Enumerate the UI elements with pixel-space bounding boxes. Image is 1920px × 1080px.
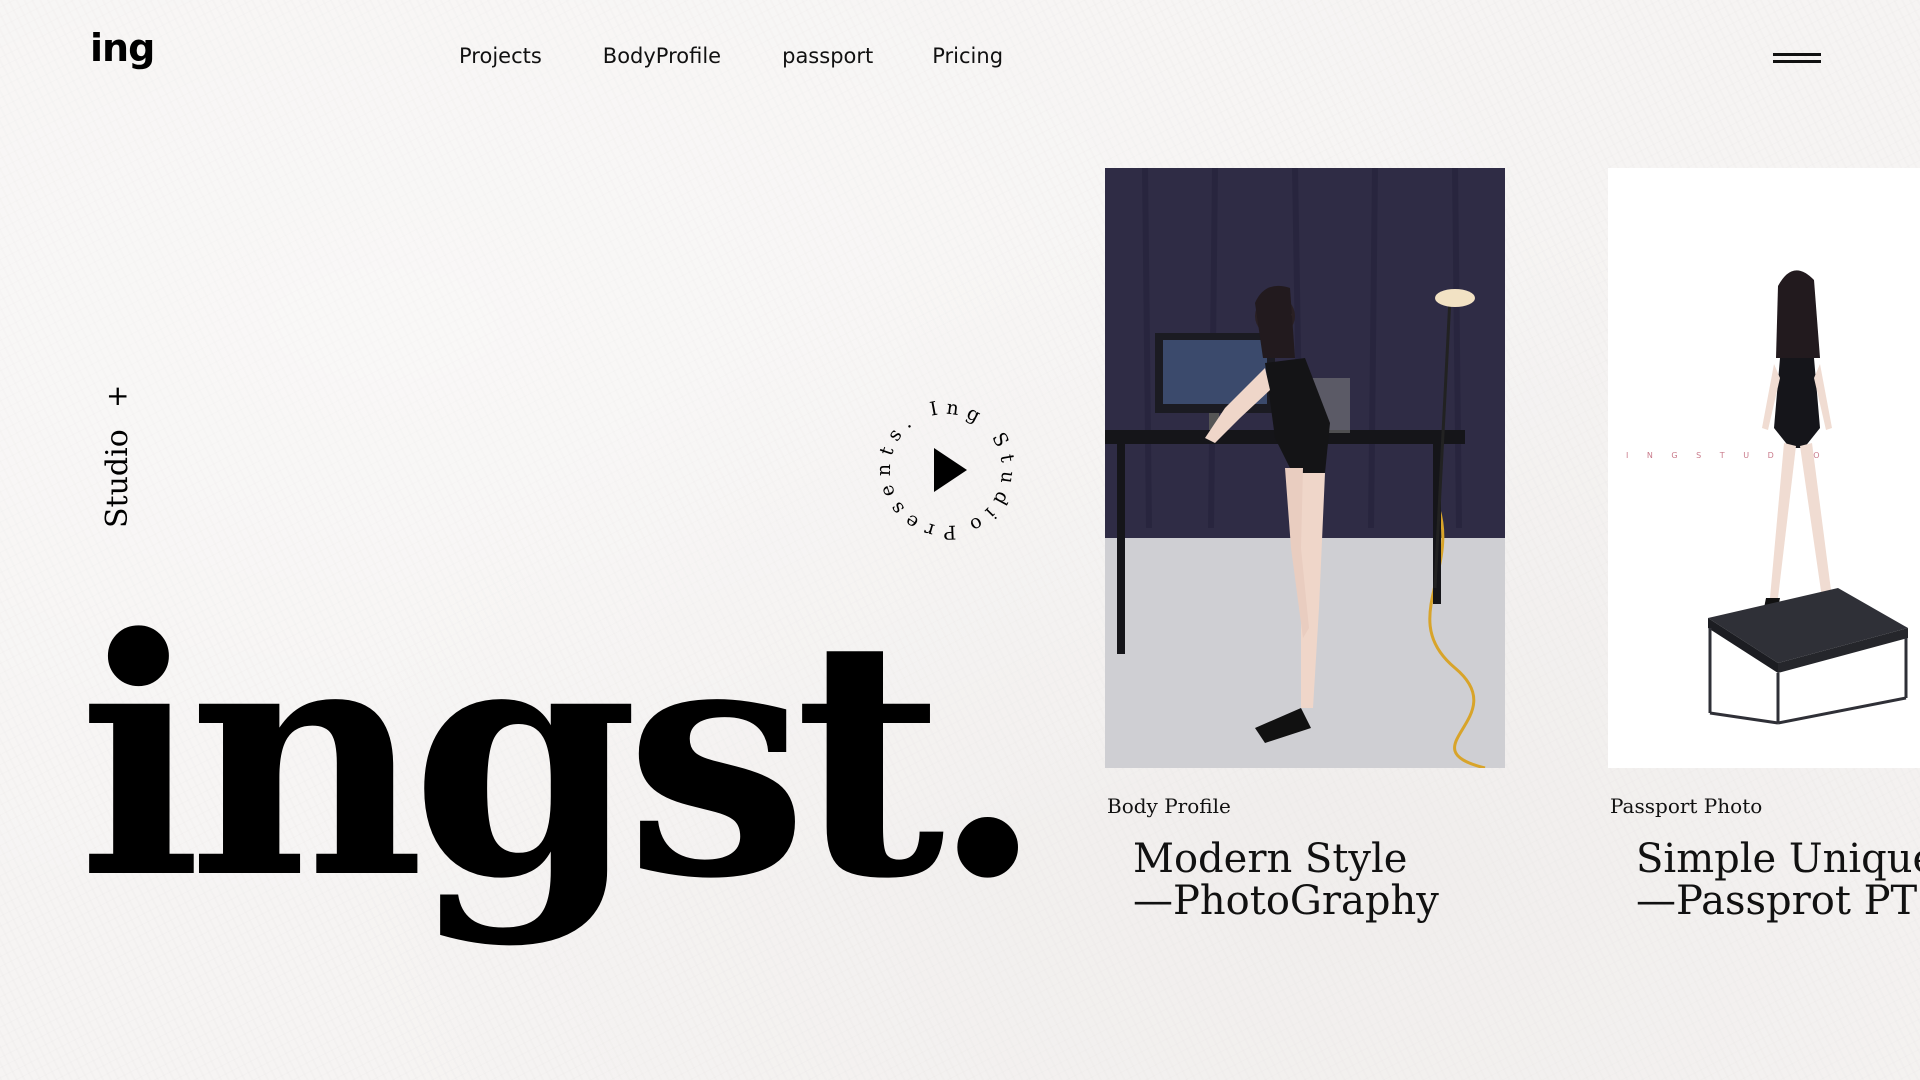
hamburger-line-bottom [1773,60,1821,63]
hero-headline: ingst. [78,567,1044,950]
photo-passport-scene: I N G S T U D I O [1608,168,1920,768]
nav-link-bodyprofile[interactable]: BodyProfile [603,44,721,68]
card-title-body-profile[interactable]: Modern Style —PhotoGraphy [1133,838,1505,922]
project-card-body-profile[interactable]: Body Profile Modern Style —PhotoGraphy [1105,168,1505,922]
card-title-line-2: —PhotoGraphy [1133,878,1439,924]
play-badge[interactable]: Presents. Ing Studio [861,385,1030,555]
plus-icon[interactable]: + [106,382,129,410]
card-title-passport[interactable]: Simple Unique —Passprot PT [1636,838,1920,922]
main-nav: Projects BodyProfile passport Pricing [459,44,1003,68]
project-card-passport-photo[interactable]: I N G S T U D I O Passport Photo Simple [1608,168,1920,922]
card-category-body-profile: Body Profile [1107,794,1231,818]
nav-link-pricing[interactable]: Pricing [932,44,1003,68]
play-icon [934,448,967,492]
photo-studio-scene [1105,168,1505,768]
nav-link-passport[interactable]: passport [782,44,873,68]
side-studio-text: Studio [100,429,135,528]
card-title-line-1: Simple Unique [1636,836,1920,882]
site-logo[interactable]: ing [90,26,155,70]
hamburger-icon[interactable] [1773,52,1821,66]
card-title-line-2: —Passprot PT [1636,878,1918,924]
card-title-line-1: Modern Style [1133,836,1408,882]
card-photo-passport[interactable]: I N G S T U D I O [1608,168,1920,768]
card-category-passport: Passport Photo [1610,794,1763,818]
badge-graphic: Presents. Ing Studio [861,385,1030,555]
photo-overlay-text: I N G S T U D I O [1626,451,1828,460]
card-photo-body-profile[interactable] [1105,168,1505,768]
nav-link-projects[interactable]: Projects [459,44,542,68]
hamburger-line-top [1773,53,1821,56]
